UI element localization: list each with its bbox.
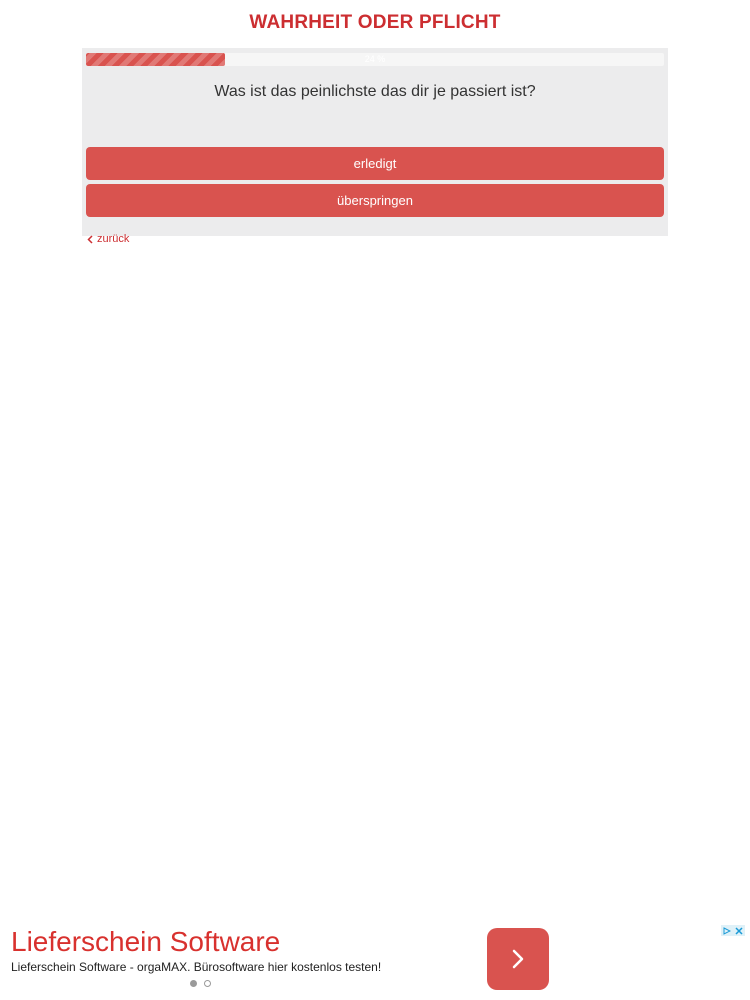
ad-text[interactable]: Lieferschein Software - orgaMAX. Bürosof… <box>11 960 381 974</box>
ad-page-indicator <box>190 980 211 987</box>
close-icon <box>735 926 743 935</box>
ad-arrow-button[interactable] <box>487 928 549 990</box>
question-text: Was ist das peinlichste das dir je passi… <box>214 83 536 100</box>
chevron-left-icon <box>87 234 93 244</box>
progress-bar: 24 % <box>86 53 664 66</box>
ad-headline[interactable]: Lieferschein Software <box>11 926 280 958</box>
page-title: WAHRHEIT ODER PFLICHT <box>249 12 501 33</box>
back-link-label: zurück <box>97 233 130 245</box>
question-card: 24 % Was ist das peinlichste das dir je … <box>82 48 668 236</box>
ad-choices-icon[interactable] <box>721 925 745 936</box>
skip-button[interactable]: überspringen <box>86 184 664 217</box>
page-dot-active <box>190 980 197 987</box>
chevron-right-icon <box>512 949 524 969</box>
play-triangle-icon <box>723 926 731 935</box>
page-dot <box>204 980 211 987</box>
back-link[interactable]: zurück <box>87 233 129 245</box>
ad-banner[interactable]: Lieferschein Software Lieferschein Softw… <box>0 918 750 1000</box>
progress-label: 24 % <box>364 54 386 64</box>
done-button[interactable]: erledigt <box>86 147 664 180</box>
